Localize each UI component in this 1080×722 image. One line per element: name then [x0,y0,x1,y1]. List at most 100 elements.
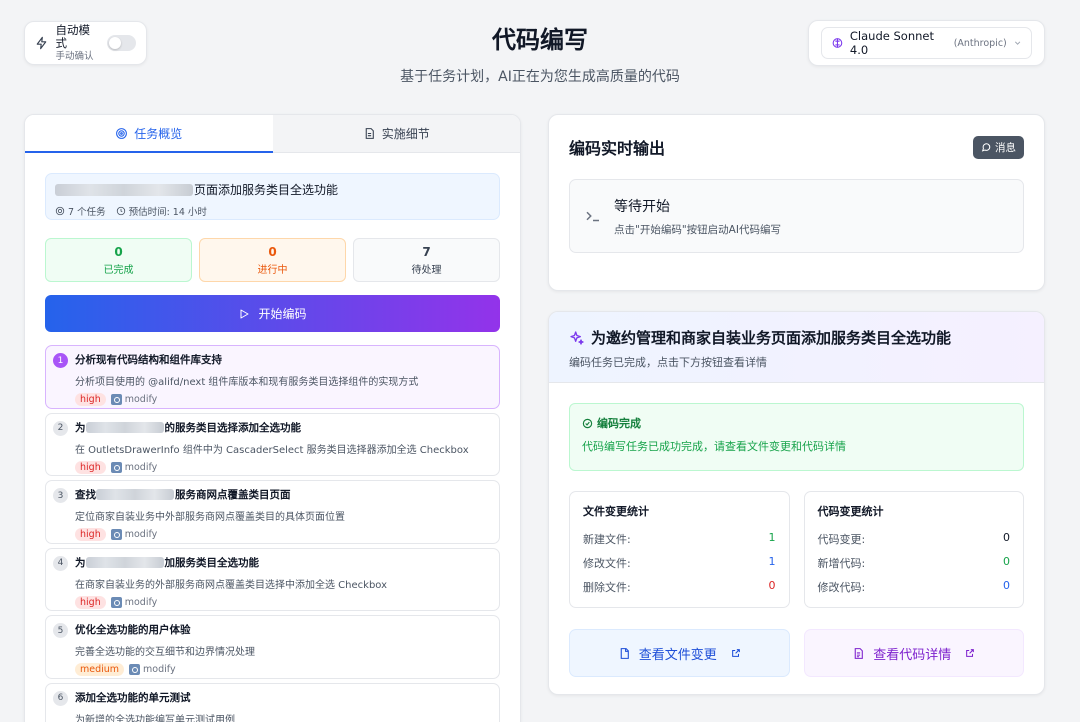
task-type: modify [110,529,157,540]
play-icon [240,309,249,318]
file-change-stats: 文件变更统计 新建文件: 1 修改文件: 1 删除文件: 0 [569,491,790,608]
messages-button[interactable]: 消息 [973,135,1024,159]
task-item[interactable]: 1 分析现有代码结构和组件库支持 分析项目使用的 @alifd/next 组件库… [45,345,500,409]
stat-row: 新建文件: 1 [583,531,776,546]
completion-title: 编码完成 [597,417,641,430]
task-type: modify [110,461,157,473]
terminal-icon [586,211,599,222]
stat-row: 删除文件: 0 [583,579,776,594]
document-text-icon [854,647,864,659]
stat-row: 新增代码: 0 [817,555,1011,570]
chevron-down-icon [1014,41,1021,45]
task-item[interactable]: 6 添加全选功能的单元测试 为新增的全选功能编写单元测试用例 [45,682,500,722]
start-coding-button[interactable]: 开始编码 [45,295,500,332]
external-link-icon [966,649,975,657]
file-icon [620,647,629,659]
redacted-text [85,556,164,568]
waiting-subtitle: 点击"开始编码"按钮启动AI代码编写 [614,223,781,236]
completion-alert: 编码完成 代码编写任务已成功完成，请查看文件变更和代码详情 [569,403,1024,471]
task-type: modify [110,596,157,608]
tab-overview[interactable]: 任务概览 [25,115,273,153]
tab-details[interactable]: 实施细节 [272,115,520,152]
task-type: modify [129,664,176,675]
stat-completed-count: 0 [114,244,123,259]
task-item[interactable]: 3 查找 服务商网点覆盖类目页面 定位商家自装业务中外部服务商网点覆盖类目的具体页… [45,480,500,544]
external-link-icon [731,649,740,657]
task-item-title: 为的服务类目选择添加全选功能 [75,421,301,434]
tab-overview-label: 任务概览 [134,127,183,141]
task-estimate: 预估时间: 14 小时 [128,207,207,218]
sparkles-icon [570,330,584,345]
code-stats-title: 代码变更统计 [817,505,884,518]
task-index: 6 [53,690,68,706]
edit-file-icon [110,394,122,405]
start-coding-label: 开始编码 [258,307,307,321]
summary-subtitle: 编码任务已完成，点击下方按钮查看详情 [569,356,767,369]
task-item[interactable]: 5 优化全选功能的用户体验 完善全选功能的交互细节和边界情况处理 medium … [45,615,500,679]
model-panel: Claude Sonnet 4.0 (Anthropic) [808,20,1045,66]
stat-in-progress: 0 进行中 [199,238,346,282]
clock-icon [116,206,125,216]
task-index: 4 [53,555,68,571]
view-file-changes-button[interactable]: 查看文件变更 [569,629,790,677]
task-index: 1 [53,353,68,368]
task-item-desc: 分析项目使用的 @alifd/next 组件库版本和现有服务类目选择组件的实现方… [75,377,419,388]
tab-bar: 任务概览 实施细节 [25,115,520,153]
model-vendor: (Anthropic) [953,37,1007,49]
target-icon [116,128,128,139]
task-type: modify [110,394,157,405]
tab-details-label: 实施细节 [381,127,430,141]
task-title: 页面添加服务类目全选功能 [55,181,490,198]
task-item[interactable]: 4 为加服务类目全选功能 在商家自装业务的外部服务商网点覆盖类目选择中添加全选 … [45,547,500,611]
task-index: 3 [53,488,68,503]
completion-summary: 为邀约管理和商家自装业务页面添加服务类目全选功能 编码任务已完成，点击下方按钮查… [548,311,1045,695]
view-file-changes-label: 查看文件变更 [638,647,717,663]
edit-file-icon [110,461,122,473]
stat-in-progress-count: 0 [268,244,277,259]
task-item-desc: 在商家自装业务的外部服务商网点覆盖类目选择中添加全选 Checkbox [75,579,388,591]
stat-row: 修改文件: 1 [583,555,776,570]
document-icon [365,128,374,139]
task-count: 7 个任务 [68,207,106,218]
task-item-title: 分析现有代码结构和组件库支持 [75,354,222,366]
task-item-desc: 在 OutletsDrawerInfo 组件中为 CascaderSelect … [75,444,469,456]
task-item-title: 添加全选功能的单元测试 [75,691,191,704]
redacted-text [85,421,164,433]
stat-in-progress-label: 进行中 [257,264,288,276]
code-change-stats: 代码变更统计 代码变更: 0 新增代码: 0 修改代码: 0 [803,491,1024,608]
model-name: Claude Sonnet 4.0 [849,29,934,57]
edit-file-icon [110,596,122,608]
waiting-title: 等待开始 [614,198,670,215]
stat-pending-count: 7 [422,244,431,259]
output-title: 编码实时输出 [569,139,666,158]
stat-completed: 0 已完成 [45,238,192,282]
task-summary: 页面添加服务类目全选功能 7 个任务 预估时间: 14 小时 [45,173,500,220]
task-title-text: 页面添加服务类目全选功能 [194,183,339,197]
live-output-panel: 编码实时输出 消息 等待开始 点击"开始编码"按钮启动AI代码编写 [548,114,1045,291]
messages-label: 消息 [995,141,1016,154]
task-item-desc: 定位商家自装业务中外部服务商网点覆盖类目的具体页面位置 [75,512,345,523]
priority-badge: high [75,393,106,406]
completion-text: 代码编写任务已成功完成，请查看文件变更和代码详情 [582,440,846,453]
priority-badge: medium [75,663,125,676]
page-subtitle: 基于任务计划，AI正在为您生成高质量的代码 [400,69,680,85]
stat-row: 修改代码: 0 [817,579,1011,594]
task-item-desc: 完善全选功能的交互细节和边界情况处理 [75,647,255,658]
priority-badge: high [75,460,106,474]
task-item-title: 查找 服务商网点覆盖类目页面 [75,489,291,501]
task-index: 5 [53,623,68,638]
model-select[interactable]: Claude Sonnet 4.0 (Anthropic) [821,27,1032,59]
stat-pending: 7 待处理 [353,238,500,282]
task-meta: 7 个任务 预估时间: 14 小时 [55,204,490,218]
stat-pending-label: 待处理 [411,264,442,276]
redacted-text [96,489,174,500]
view-code-details-button[interactable]: 查看代码详情 [803,629,1024,677]
file-stats-title: 文件变更统计 [583,505,649,518]
task-item[interactable]: 2 为的服务类目选择添加全选功能 在 OutletsDrawerInfo 组件中… [45,412,500,476]
task-index: 2 [53,420,68,436]
target-icon [55,206,65,216]
task-panel: 任务概览 实施细节 页面添加服务类目全选功能 7 个任务 预估时间: 14 小时… [24,114,521,722]
summary-title: 为邀约管理和商家自装业务页面添加服务类目全选功能 [591,329,952,347]
task-item-title: 为加服务类目全选功能 [75,556,259,569]
status-stats: 0 已完成 0 进行中 7 待处理 [45,238,500,282]
